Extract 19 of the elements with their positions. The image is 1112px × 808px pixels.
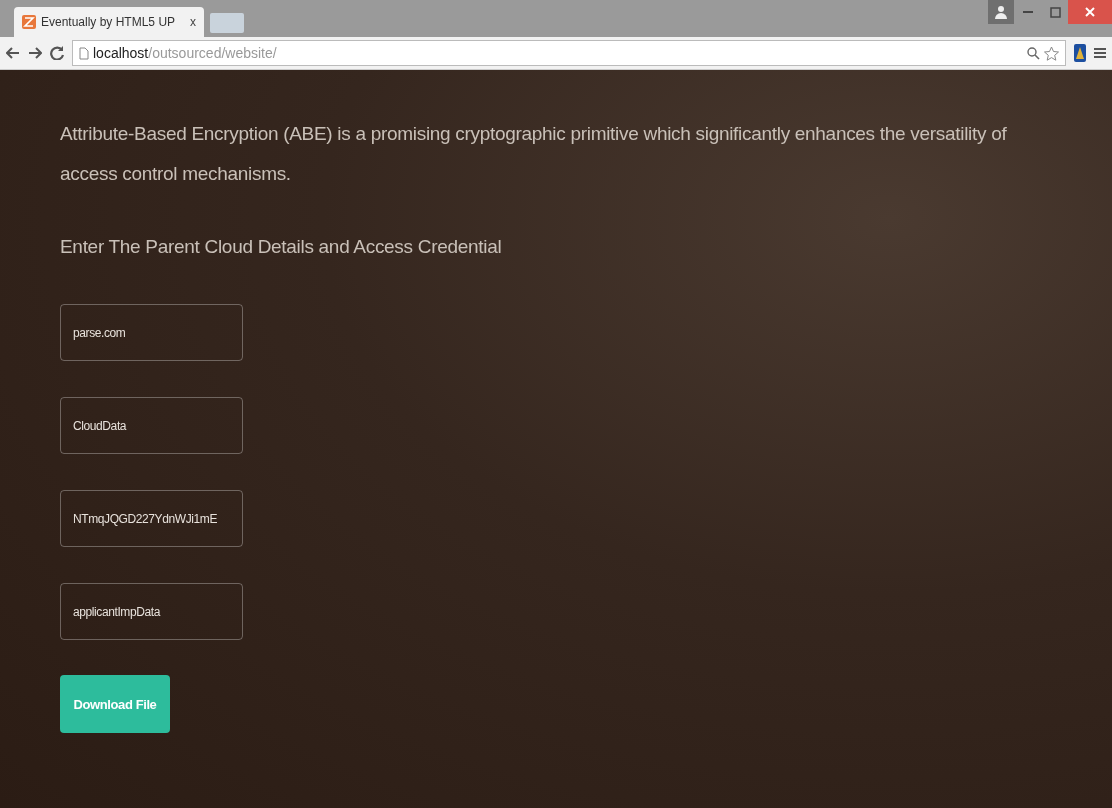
page-icon [79,46,89,60]
page-favicon-icon [22,15,36,29]
back-icon[interactable] [6,47,20,59]
zoom-icon[interactable] [1027,46,1040,60]
reload-icon[interactable] [50,46,64,60]
star-icon[interactable] [1044,45,1059,61]
url-host: localhost [93,45,149,61]
user-profile-icon[interactable] [988,0,1014,24]
intro-paragraph: Attribute-Based Encryption (ABE) is a promising cryptographic primitive which significantly enhances the versatility of access control mechanisms. [60,122,1008,186]
browser-tab[interactable]: Eventually by HTML5 UP x [14,7,204,37]
forward-icon[interactable] [28,47,42,59]
url-path: /outsourced/website/ [148,45,277,61]
extension-icon[interactable] [1074,44,1086,62]
form-heading: Enter The Parent Cloud Details and Access Credential [60,236,503,258]
close-tab-button[interactable]: x [190,15,196,29]
menu-icon[interactable] [1094,47,1106,59]
tab-title: Eventually by HTML5 UP [41,15,176,29]
close-window-icon[interactable] [1068,0,1112,24]
address-bar[interactable]: localhost/outsourced/website/ [72,40,1066,66]
